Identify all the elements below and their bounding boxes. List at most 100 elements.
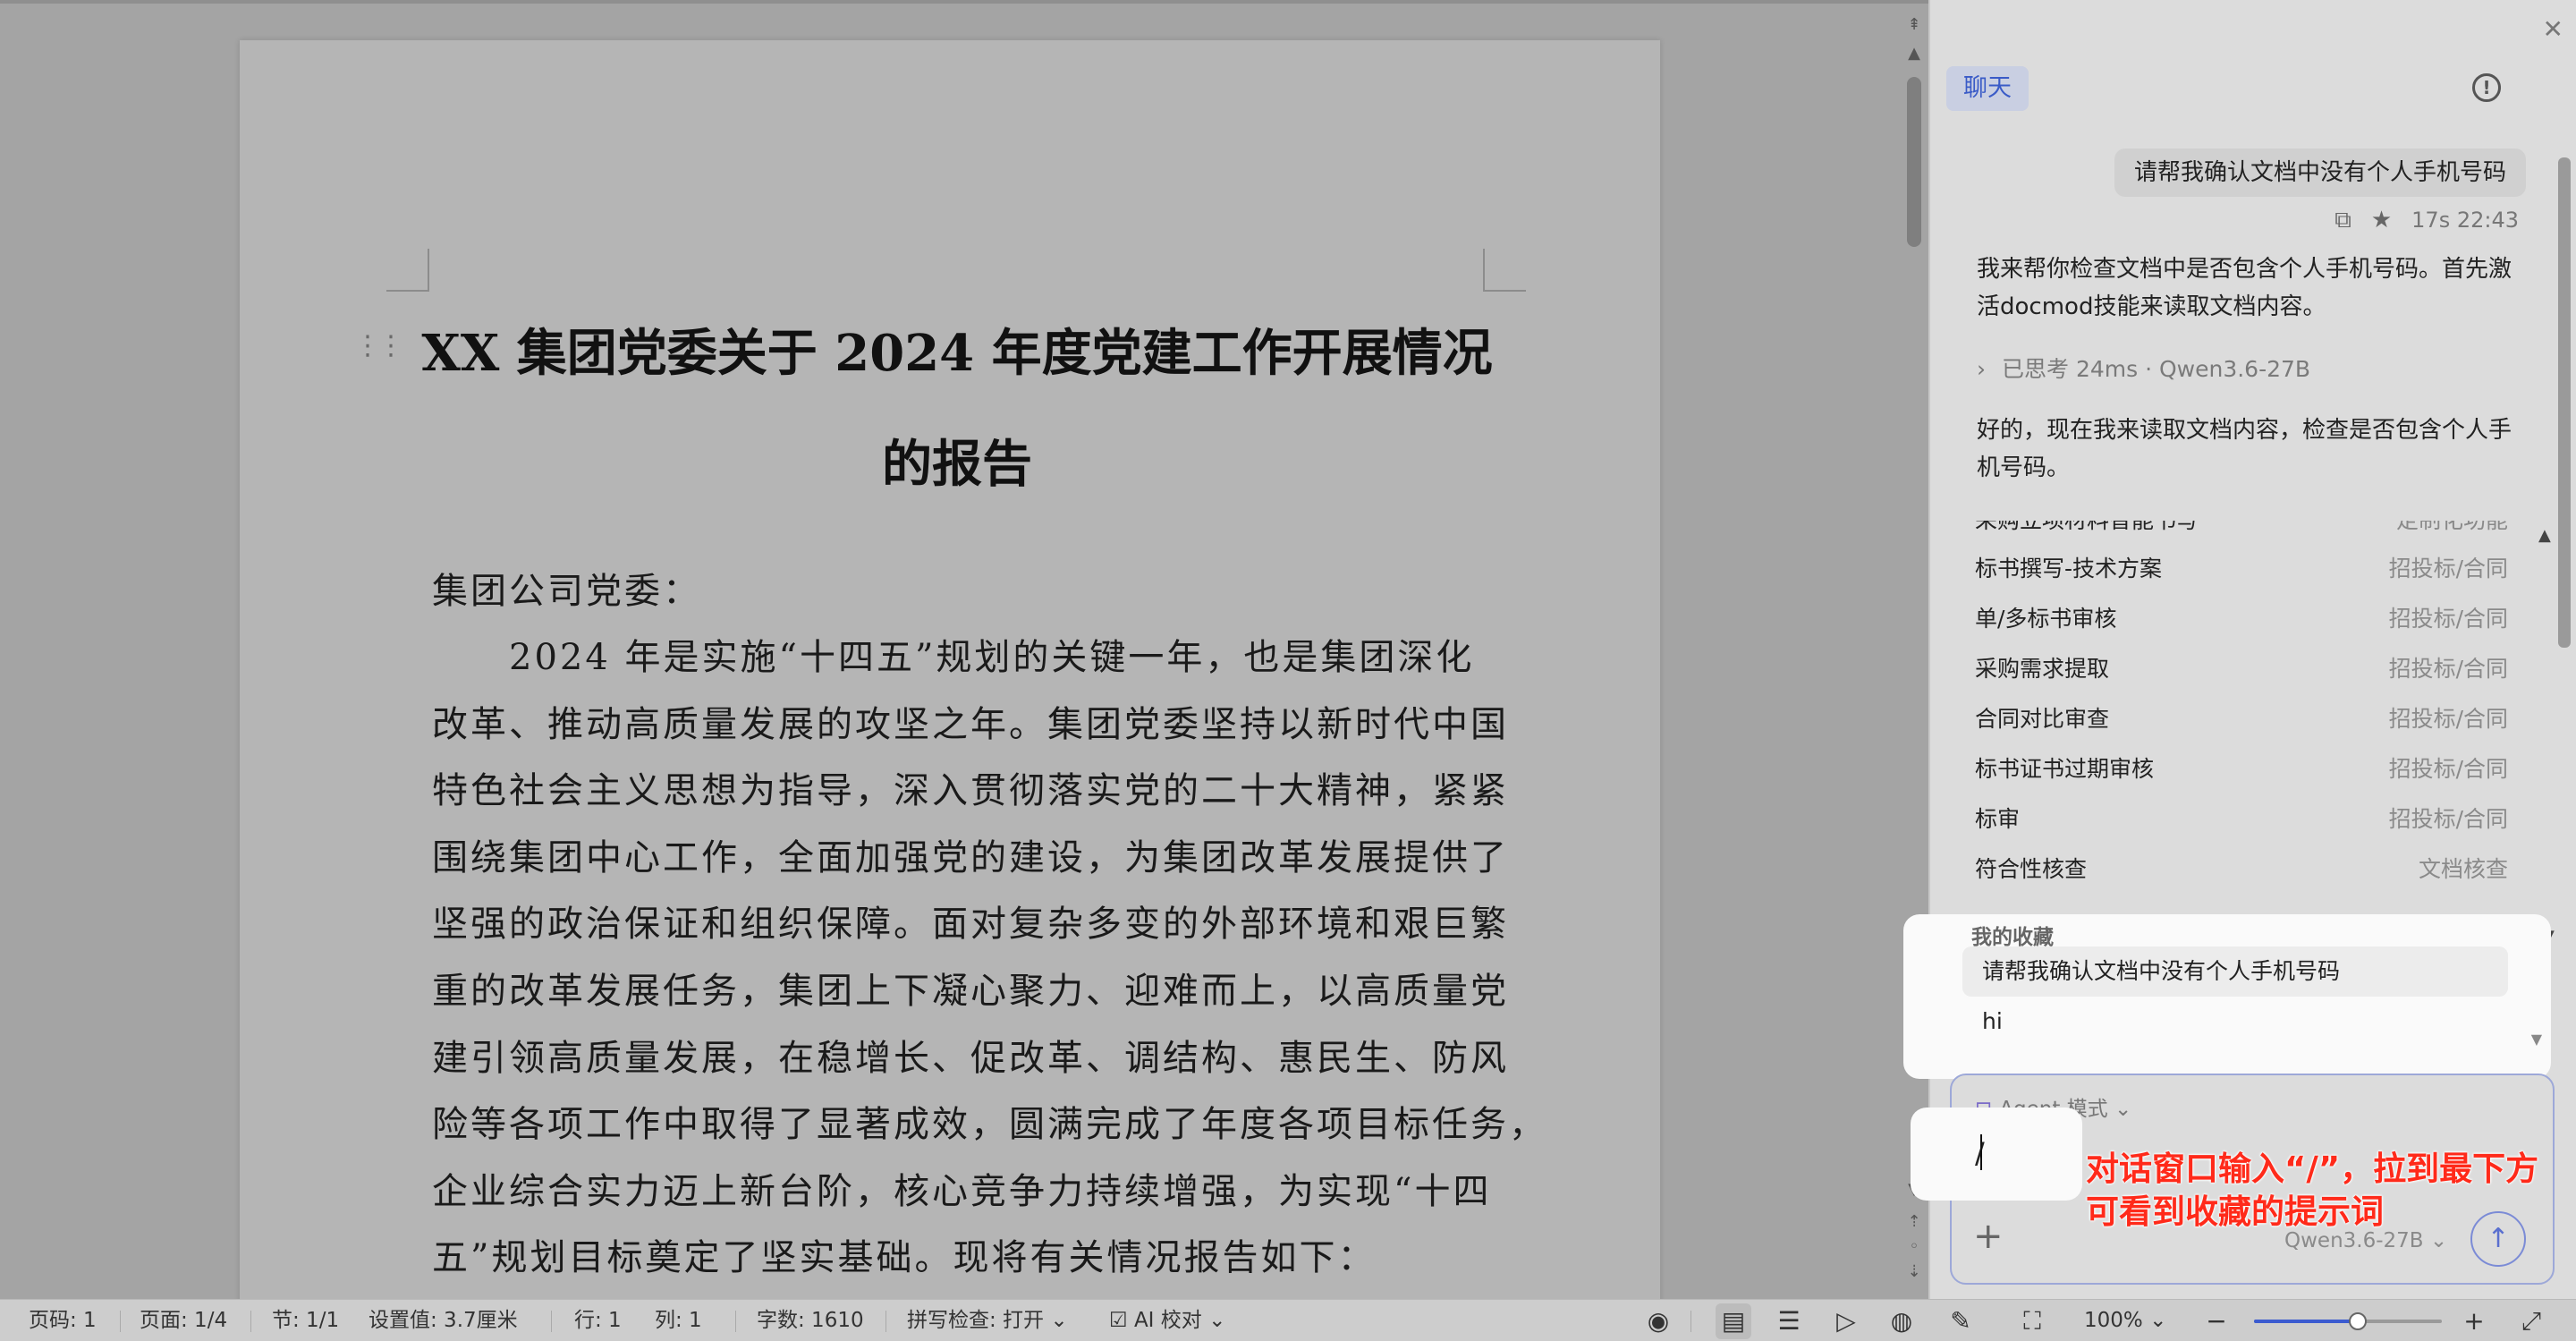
favorites-section: 我的收藏 请帮我确认文档中没有个人手机号码 hi ▼ xyxy=(1903,914,2551,1079)
chat-scrollbar[interactable] xyxy=(2555,125,2576,1288)
skill-category: 招投标/合同 xyxy=(2388,556,2508,581)
block-drag-handle-icon[interactable]: ⋮⋮ xyxy=(354,331,404,361)
margin-marker-top-right xyxy=(1483,249,1526,292)
chevron-right-icon: › xyxy=(1977,356,1986,382)
document-scroll-thumb[interactable] xyxy=(1907,77,1921,247)
skill-name: 标书证书过期审核 xyxy=(1975,756,2155,782)
doc-paragraph-line[interactable]: 五”规划目标奠定了坚实基础。现将有关情况报告如下： xyxy=(432,1228,1376,1280)
outline-view-icon[interactable]: ☰ xyxy=(1773,1300,1805,1341)
skill-item[interactable]: 采购需求提取 招投标/合同 xyxy=(1955,642,2529,692)
skill-name: 标书撰写-技术方案 xyxy=(1975,556,2163,581)
user-message: 请帮我确认文档中没有个人手机号码 xyxy=(2114,149,2526,197)
thinking-label: 已思考 24ms · Qwen3.6-27B xyxy=(2002,356,2311,382)
doc-paragraph-line[interactable]: 特色社会主义思想为指导，深入贯彻落实党的二十大精神，紧紧 xyxy=(432,761,1509,813)
fit-page-icon[interactable]: ⛶ xyxy=(2016,1300,2048,1341)
spell-check-dropdown[interactable]: 拼写检查: 打开 ⌄ xyxy=(907,1300,1068,1341)
collapse-icon[interactable]: ⇞ xyxy=(1905,16,1923,34)
fullscreen-icon[interactable]: ⤢ xyxy=(2515,1300,2547,1341)
skill-item[interactable]: 标书撰写-技术方案 招投标/合同 xyxy=(1955,542,2529,592)
tab-chat[interactable]: 聊天 xyxy=(1946,66,2029,111)
doc-paragraph-line[interactable]: 重的改革发展任务，集团上下凝心聚力、迎难而上，以高质量党 xyxy=(432,962,1509,1014)
doc-paragraph-line[interactable]: 2024 年是实施“十四五”规划的关键一年，也是集团深化 xyxy=(432,628,1474,680)
doc-paragraph-line[interactable]: 集团公司党委： xyxy=(432,562,701,614)
select-object-icon[interactable]: ◦ xyxy=(1905,1238,1923,1256)
page-view-icon[interactable]: ▤ xyxy=(1717,1300,1750,1341)
pen-icon[interactable]: ✎ xyxy=(1945,1300,1977,1341)
copy-icon[interactable]: ⧉ xyxy=(2334,207,2351,234)
close-icon[interactable]: ✕ xyxy=(2543,16,2563,43)
eye-icon[interactable]: ◉ xyxy=(1642,1300,1674,1341)
document-title-line-1[interactable]: XX 集团党委关于 2024 年度党建工作开展情况 xyxy=(420,313,1494,386)
document-canvas[interactable]: ⋮⋮ XX 集团党委关于 2024 年度党建工作开展情况 的报告 集团公司党委：… xyxy=(0,0,1928,1299)
message-timestamp: 17s 22:43 xyxy=(2411,208,2519,233)
list-scroll-up-icon[interactable]: ▲ xyxy=(2538,526,2551,545)
assistant-message: 我来帮你检查文档中是否包含个人手机号码。首先激活docmod技能来读取文档内容。 xyxy=(1977,256,2512,320)
doc-paragraph-line[interactable]: 围绕集团中心工作，全面加强党的建设，为集团改革发展提供了 xyxy=(432,828,1509,880)
ai-proofread-label: AI 校对 xyxy=(1133,1309,1202,1332)
chat-input-field[interactable]: / xyxy=(1911,1108,2082,1201)
info-icon[interactable]: ! xyxy=(2472,73,2501,102)
zoom-dropdown[interactable]: 100% ⌄ xyxy=(2084,1300,2166,1341)
skill-item[interactable]: 标书证书过期审核 招投标/合同 xyxy=(1955,743,2529,793)
skill-item[interactable]: 采购立项材料智能书写 定制化功能 xyxy=(1955,521,2529,544)
status-divider xyxy=(735,1311,736,1332)
favorite-prompt-item[interactable]: 请帮我确认文档中没有个人手机号码 xyxy=(1962,946,2508,997)
assistant-message: 好的，现在我来读取文档内容，检查是否包含个人手机号码。 xyxy=(1977,417,2512,481)
annotation-text: 对话窗口输入“/”，拉到最下方 xyxy=(2086,1150,2539,1188)
favorites-title: 我的收藏 xyxy=(1971,926,2054,949)
status-bar: 页码: 1 页面: 1/4 节: 1/1 设置值: 3.7厘米 行: 1 列: … xyxy=(0,1299,2576,1341)
chat-scroll-thumb[interactable] xyxy=(2558,157,2571,648)
status-divider xyxy=(1690,1311,1691,1332)
status-section[interactable]: 节: 1/1 xyxy=(272,1300,339,1341)
skill-category: 招投标/合同 xyxy=(2388,756,2508,782)
previous-page-icon[interactable]: ⇡ xyxy=(1905,1213,1923,1231)
favorite-prompt-item[interactable]: hi xyxy=(1962,997,2508,1047)
next-page-icon[interactable]: ⇣ xyxy=(1905,1263,1923,1281)
add-attachment-button[interactable]: + xyxy=(1973,1218,2004,1254)
zoom-slider-fill xyxy=(2254,1320,2358,1323)
skill-item[interactable]: 合同对比审查 招投标/合同 xyxy=(1955,692,2529,743)
thinking-toggle[interactable]: › 已思考 24ms · Qwen3.6-27B xyxy=(1977,352,2310,384)
document-title-line-2[interactable]: 的报告 xyxy=(420,424,1494,497)
send-button[interactable]: ↑ xyxy=(2470,1211,2526,1267)
document-scrollbar[interactable]: ⇞ ▲ ▼ ⇡ ◦ ⇣ xyxy=(1902,0,1928,1299)
status-setting[interactable]: 设置值: 3.7厘米 xyxy=(369,1300,518,1341)
skill-category: 文档核查 xyxy=(2418,856,2508,882)
ai-proofread-dropdown[interactable]: ☑ AI 校对 ⌄ xyxy=(1109,1300,1225,1341)
zoom-slider-handle[interactable] xyxy=(2348,1312,2367,1330)
skill-name: 标审 xyxy=(1975,806,2021,832)
zoom-out-icon[interactable]: − xyxy=(2200,1300,2233,1341)
doc-paragraph-line[interactable]: 险等各项工作中取得了显著成效，圆满完成了年度各项目标任务， xyxy=(432,1095,1547,1147)
proofread-icon: ☑ xyxy=(1109,1309,1134,1332)
skill-category: 招投标/合同 xyxy=(2388,606,2508,632)
spell-check-label: 拼写检查: 打开 xyxy=(907,1309,1045,1332)
status-pages[interactable]: 页面: 1/4 xyxy=(140,1300,227,1341)
doc-paragraph-line[interactable]: 坚强的政治保证和组织保障。面对复杂多变的外部环境和艰巨繁 xyxy=(432,895,1509,946)
skill-name: 符合性核查 xyxy=(1975,856,2088,882)
status-divider xyxy=(551,1311,552,1332)
skill-item[interactable]: 单/多标书审核 招投标/合同 xyxy=(1955,592,2529,642)
skill-name: 采购立项材料智能书写 xyxy=(1975,521,2199,535)
zoom-slider[interactable] xyxy=(2254,1312,2442,1330)
skill-category: 招投标/合同 xyxy=(2388,806,2508,832)
status-row[interactable]: 行: 1 xyxy=(574,1300,622,1341)
skill-name: 采购需求提取 xyxy=(1975,656,2110,682)
skill-item[interactable]: 标审 招投标/合同 xyxy=(1955,793,2529,843)
skill-name: 单/多标书审核 xyxy=(1975,606,2117,632)
doc-paragraph-line[interactable]: 改革、推动高质量发展的攻坚之年。集团党委坚持以新时代中国 xyxy=(432,695,1509,747)
message-meta: ⧉ ★ 17s 22:43 xyxy=(2334,206,2519,234)
play-icon[interactable]: ▷ xyxy=(1830,1300,1862,1341)
status-column[interactable]: 列: 1 xyxy=(655,1300,702,1341)
skill-name: 合同对比审查 xyxy=(1975,706,2110,732)
skill-category: 招投标/合同 xyxy=(2388,706,2508,732)
scroll-up-icon[interactable]: ▲ xyxy=(1905,45,1923,63)
star-icon[interactable]: ★ xyxy=(2371,207,2392,233)
status-page-number[interactable]: 页码: 1 xyxy=(29,1300,97,1341)
doc-paragraph-line[interactable]: 建引领高质量发展，在稳增长、促改革、调结构、惠民生、防风 xyxy=(432,1029,1509,1081)
doc-paragraph-line[interactable]: 企业综合实力迈上新台阶，核心竞争力持续增强，为实现“十四 xyxy=(432,1162,1491,1214)
status-word-count[interactable]: 字数: 1610 xyxy=(757,1300,864,1341)
zoom-in-icon[interactable]: + xyxy=(2458,1300,2490,1341)
skill-item[interactable]: 符合性核查 文档核查 xyxy=(1955,843,2529,893)
chevron-down-icon[interactable]: ▼ xyxy=(2531,1031,2542,1048)
web-view-icon[interactable]: ◍ xyxy=(1885,1300,1918,1341)
